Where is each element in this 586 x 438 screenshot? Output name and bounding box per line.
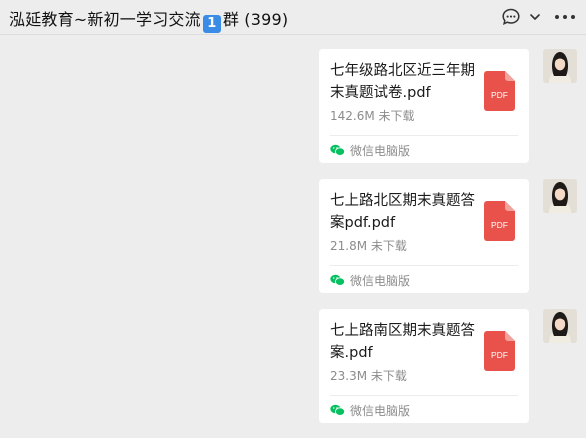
chat-title[interactable]: 泓延教育~新初一学习交流 1 群 (399) [9,6,288,33]
chevron-down-icon [530,14,540,20]
card-divider [330,135,518,136]
pdf-file-type-label: PDF [491,220,508,230]
file-name: 七年级路北区近三年期末真题试卷.pdf [330,63,475,101]
file-size: 142.6M [330,109,375,123]
dropdown-button[interactable] [528,6,542,28]
file-size: 23.3M [330,369,368,383]
source-text: 微信电脑版 [350,143,411,158]
file-name: 七上路北区期末真题答案pdf.pdf [330,193,475,231]
download-status: 未下载 [370,239,407,253]
source-label: 微信电脑版 [330,403,411,418]
chat-header: 泓延教育~新初一学习交流 1 群 (399) [0,0,586,34]
pdf-file-icon: PDF [484,201,515,241]
chat-title-suffix: 群 (399) [222,10,289,29]
source-label: 微信电脑版 [330,143,411,158]
download-status: 未下载 [378,109,415,123]
chat-bubble-icon [502,8,520,26]
more-options-button[interactable] [550,6,580,28]
header-divider [0,34,586,35]
pdf-file-icon: PDF [484,331,515,371]
file-size: 21.8M [330,239,368,253]
wechat-icon [330,144,345,156]
chat-title-prefix: 泓延教育~新初一学习交流 [9,10,201,29]
wechat-icon [330,404,345,416]
pdf-file-icon: PDF [484,71,515,111]
file-card[interactable]: 七年级路北区近三年期末真题试卷.pdf 142.6M 未下载 PDF 微信电脑版 [319,49,529,163]
avatar[interactable] [543,49,577,83]
source-text: 微信电脑版 [350,403,411,418]
wechat-icon [330,274,345,286]
user-avatar-icon [543,49,577,83]
card-divider [330,395,518,396]
source-text: 微信电脑版 [350,273,411,288]
avatar[interactable] [543,309,577,343]
download-status: 未下载 [370,369,407,383]
message-row: 七上路北区期末真题答案pdf.pdf 21.8M 未下载 PDF 微信电脑版 [0,179,586,305]
file-card[interactable]: 七上路北区期末真题答案pdf.pdf 21.8M 未下载 PDF 微信电脑版 [319,179,529,293]
file-meta: 142.6M 未下载 [330,107,415,124]
pdf-file-type-label: PDF [491,350,508,360]
card-divider [330,265,518,266]
message-row: 七上路南区期末真题答案.pdf 23.3M 未下载 PDF 微信电脑版 [0,309,586,435]
file-name: 七上路南区期末真题答案.pdf [330,323,475,361]
avatar[interactable] [543,179,577,213]
file-meta: 23.3M 未下载 [330,367,407,384]
user-avatar-icon [543,179,577,213]
message-row: 七年级路北区近三年期末真题试卷.pdf 142.6M 未下载 PDF 微信电脑版 [0,49,586,175]
source-label: 微信电脑版 [330,273,411,288]
file-meta: 21.8M 未下载 [330,237,407,254]
pdf-file-type-label: PDF [491,90,508,100]
file-card[interactable]: 七上路南区期末真题答案.pdf 23.3M 未下载 PDF 微信电脑版 [319,309,529,423]
chat-bubble-button[interactable] [500,6,522,28]
number-badge: 1 [202,15,221,33]
more-horizontal-icon [555,15,575,19]
user-avatar-icon [543,309,577,343]
